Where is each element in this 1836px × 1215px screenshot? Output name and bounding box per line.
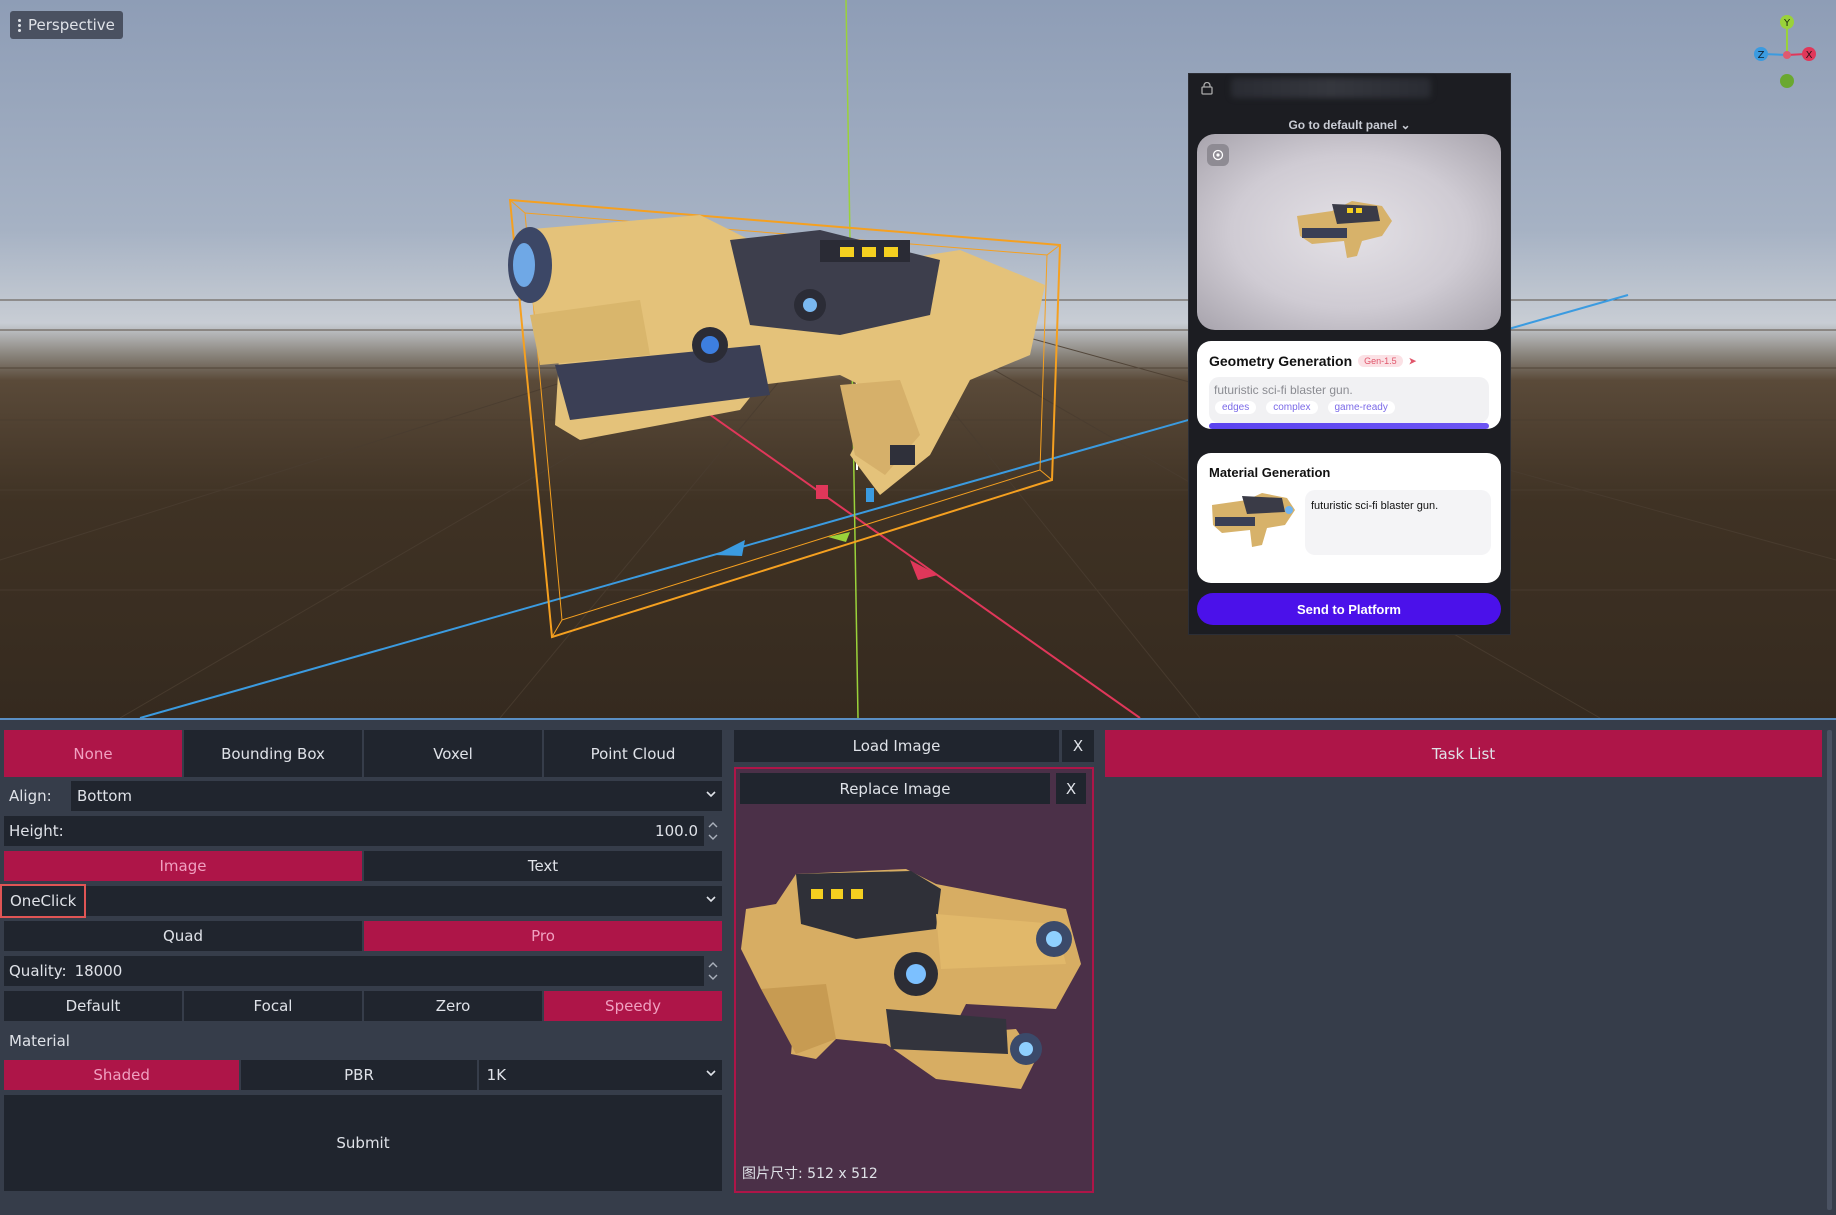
task-list-panel: Task List [1101,722,1836,1215]
stepper-arrows-icon [708,822,718,840]
kebab-menu-icon [18,18,21,32]
tab-shaded[interactable]: Shaded [4,1060,240,1090]
tab-zero[interactable]: Zero [364,991,542,1021]
generation-settings-panel: None Bounding Box Voxel Point Cloud Alig… [0,722,726,1215]
task-list-header[interactable]: Task List [1105,730,1822,777]
quality-value: 18000 [74,962,123,980]
image-size-text: 图片尺寸: 512 x 512 [742,1166,878,1182]
geometry-generation-card[interactable]: Geometry Generation Gen-1.5 ➤ futuristic… [1197,341,1501,429]
align-row: Align: Bottom [4,781,722,811]
tab-quad[interactable]: Quad [4,921,362,951]
chip-edges[interactable]: edges [1215,401,1257,414]
clear-image-button[interactable]: X [1062,730,1094,762]
perspective-label: Perspective [28,16,115,34]
task-list-label: Task List [1431,744,1496,763]
remove-image-button[interactable]: X [1056,773,1086,804]
svg-text:X: X [1806,50,1813,61]
3d-viewport[interactable]: Perspective Y X Z Go to default panel ⌄ … [0,0,1836,720]
perspective-menu-button[interactable]: Perspective [10,11,123,39]
load-image-label: Load Image [852,737,941,755]
orientation-gizmo[interactable]: Y X Z [1750,10,1820,90]
tab-bounding-box[interactable]: Bounding Box [184,730,362,777]
svg-text:Z: Z [1758,50,1765,61]
material-prompt-text: futuristic sci-fi blaster gun. [1311,500,1439,512]
mesh-type-tabs: Quad Pro [4,921,722,951]
close-icon: X [1065,779,1077,798]
oneclick-label: OneClick [0,884,87,918]
replace-image-label: Replace Image [839,779,951,798]
z-arrow-handle [715,540,745,556]
task-list-area[interactable] [1105,780,1822,1212]
tab-point-cloud[interactable]: Point Cloud [544,730,722,777]
plugin-panel: Go to default panel ⌄ Geometry Generatio… [1188,73,1511,635]
camera-icon[interactable] [1207,144,1229,166]
chip-complex[interactable]: complex [1266,401,1318,414]
quality-stepper[interactable] [704,956,722,986]
tab-text[interactable]: Text [364,851,722,881]
chevron-down-icon: ⌄ [1400,118,1411,132]
material-generation-card[interactable]: Material Generation futuristic sci-fi bl… [1197,453,1501,583]
pose-tabs: Default Focal Zero Speedy [4,991,722,1021]
send-to-platform-button[interactable]: Send to Platform [1197,593,1501,625]
tab-default[interactable]: Default [4,991,182,1021]
resolution-select[interactable]: 1K [478,1060,722,1090]
gen-version-badge: Gen-1.5 [1358,355,1403,367]
tab-speedy[interactable]: Speedy [544,991,722,1021]
input-type-tabs: Image Text [4,851,722,881]
image-input-panel: Load Image X Replace Image X 图片尺寸: 512 x [730,722,1098,1215]
close-icon: X [1072,737,1084,755]
geometry-prompt-box[interactable]: futuristic sci-fi blaster gun. edges com… [1209,377,1489,423]
tab-pbr[interactable]: PBR [241,1060,477,1090]
preview-gun-image [1297,201,1392,258]
load-image-button[interactable]: Load Image [734,730,1059,762]
height-stepper[interactable] [704,816,722,846]
goto-default-panel-link[interactable]: Go to default panel ⌄ [1189,118,1510,132]
chevron-down-icon [706,1070,716,1077]
height-value: 100.0 [655,822,698,840]
lock-icon[interactable] [1201,82,1213,95]
reference-gun-image [741,869,1081,1089]
height-label: Height: [9,822,64,840]
task-list-scrollbar[interactable] [1827,730,1832,1210]
tab-voxel[interactable]: Voxel [364,730,542,777]
align-label: Align: [9,787,52,805]
replace-image-button[interactable]: Replace Image [740,773,1050,804]
svg-text:Y: Y [1783,18,1791,29]
stepper-arrows-icon [708,962,718,980]
tab-none[interactable]: None [4,730,182,777]
quality-label: Quality: [9,962,67,980]
align-value: Bottom [77,787,133,805]
quality-spinbox[interactable]: Quality: 18000 [4,956,722,986]
tab-focal[interactable]: Focal [184,991,362,1021]
gizmo-neg-y-icon [1780,74,1794,88]
goto-default-panel-label: Go to default panel [1288,118,1398,132]
chevron-down-icon [706,896,716,903]
material-thumbnail [1212,493,1295,547]
resolution-value: 1K [486,1066,507,1084]
tab-pro[interactable]: Pro [364,921,722,951]
tab-image[interactable]: Image [4,851,362,881]
submit-button[interactable]: Submit [4,1095,722,1191]
material-generation-title: Material Generation [1209,465,1331,480]
x-arrow-handle [910,560,938,580]
blurred-header [1231,78,1431,98]
geometry-progress-bar [1209,423,1489,429]
submit-label: Submit [336,1134,390,1152]
material-section-label: Material [9,1032,70,1050]
image-drop-area[interactable]: Replace Image X 图片尺寸: 512 x 512 [734,767,1094,1193]
chevron-down-icon [706,791,716,798]
workflow-select[interactable]: OneClick [0,884,722,918]
pin-icon: ➤ [1408,355,1417,366]
model-preview[interactable] [1197,134,1501,330]
chip-game-ready[interactable]: game-ready [1327,401,1395,414]
material-tabs: Shaded PBR 1K [4,1060,722,1090]
align-select[interactable]: Bottom [71,781,722,811]
geometry-generation-title: Geometry Generation [1209,353,1353,369]
height-spinbox[interactable]: Height: 100.0 [4,816,722,846]
gun-3d-model[interactable] [500,195,1060,515]
mode-tabs: None Bounding Box Voxel Point Cloud [4,730,722,777]
material-prompt-box[interactable]: futuristic sci-fi blaster gun. [1305,490,1491,555]
geometry-prompt-text: futuristic sci-fi blaster gun. [1214,383,1353,397]
